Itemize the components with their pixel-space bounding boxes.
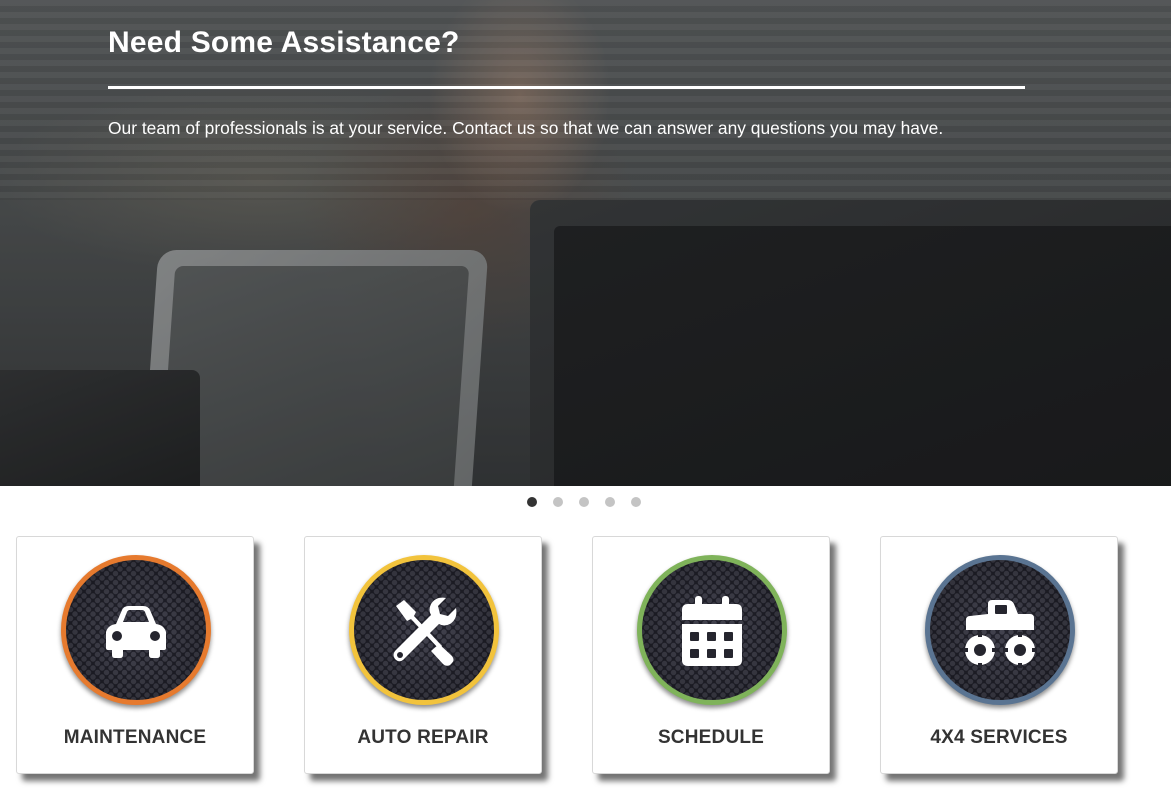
slider-pagination bbox=[0, 497, 1171, 509]
slider-dot-5[interactable] bbox=[630, 497, 641, 507]
service-badge bbox=[349, 555, 499, 705]
service-label: MAINTENANCE bbox=[63, 727, 207, 748]
calendar-icon bbox=[682, 596, 742, 666]
hero-divider bbox=[108, 86, 1025, 89]
slider-dot-4[interactable] bbox=[604, 497, 615, 507]
service-card-maintenance[interactable]: MAINTENANCE bbox=[16, 536, 254, 774]
service-badge bbox=[637, 555, 787, 705]
hero-banner: Need Some Assistance? Our team of profes… bbox=[0, 0, 1171, 486]
monster-truck-icon bbox=[963, 600, 1037, 668]
service-label: SCHEDULE bbox=[657, 727, 765, 748]
service-label: AUTO REPAIR bbox=[357, 727, 489, 748]
service-card-auto-repair[interactable]: AUTO REPAIR bbox=[304, 536, 542, 774]
slider-dot-2[interactable] bbox=[552, 497, 563, 507]
service-label: 4X4 SERVICES bbox=[930, 727, 1068, 748]
slider-dot-1[interactable] bbox=[526, 497, 537, 507]
hero-overlay bbox=[0, 0, 1171, 486]
service-card-4x4-services[interactable]: 4X4 SERVICES bbox=[880, 536, 1118, 774]
hero-title: Need Some Assistance? bbox=[108, 26, 460, 59]
wrench-screwdriver-icon bbox=[393, 597, 457, 666]
service-badge bbox=[925, 555, 1075, 705]
service-card-schedule[interactable]: SCHEDULE bbox=[592, 536, 830, 774]
car-icon bbox=[106, 606, 166, 658]
service-badge bbox=[61, 555, 211, 705]
slider-dot-3[interactable] bbox=[578, 497, 589, 507]
hero-description: Our team of professionals is at your ser… bbox=[108, 118, 944, 138]
